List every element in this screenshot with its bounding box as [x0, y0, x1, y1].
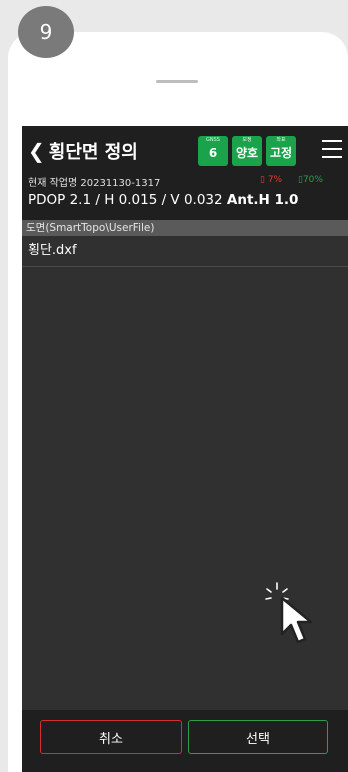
battery-green-indicator: ▯70%: [298, 175, 323, 185]
folder-path: 도면(SmartTopo\UserFile): [22, 220, 348, 236]
antenna-height: Ant.H 1.0: [226, 192, 299, 208]
header-bar: ❮ 횡단면 정의 GNSS 6 보정 양호 좌표 고정 현재 작업명 20231…: [22, 126, 348, 220]
chevron-left-icon: ❮: [28, 139, 45, 163]
precision-status: PDOP 2.1 / H 0.015 / V 0.032 Ant.H 1.0: [28, 192, 299, 208]
step-number-badge: 9: [18, 6, 74, 58]
correction-status-badge[interactable]: 보정 양호: [232, 136, 262, 166]
fix-status-badge[interactable]: 좌표 고정: [266, 136, 296, 166]
file-list-item[interactable]: 횡단.dxf: [22, 236, 348, 267]
sheet-drag-handle[interactable]: [156, 80, 198, 83]
battery-red-indicator: ▯ 7%: [260, 175, 283, 185]
hamburger-menu-icon[interactable]: [322, 140, 342, 164]
cancel-button[interactable]: 취소: [40, 720, 182, 754]
page-title: 횡단면 정의: [48, 142, 138, 163]
app-screen: ❮ 횡단면 정의 GNSS 6 보정 양호 좌표 고정 현재 작업명 20231…: [22, 126, 348, 772]
back-button[interactable]: ❮ 횡단면 정의: [28, 138, 138, 164]
gnss-satellite-badge[interactable]: GNSS 6: [198, 136, 228, 166]
select-button[interactable]: 선택: [188, 720, 328, 754]
current-job-label: 현재 작업명 20231130-1317: [28, 178, 161, 189]
pointer-cursor-icon: [280, 596, 313, 644]
bottom-action-bar: 취소 선택: [22, 710, 348, 772]
